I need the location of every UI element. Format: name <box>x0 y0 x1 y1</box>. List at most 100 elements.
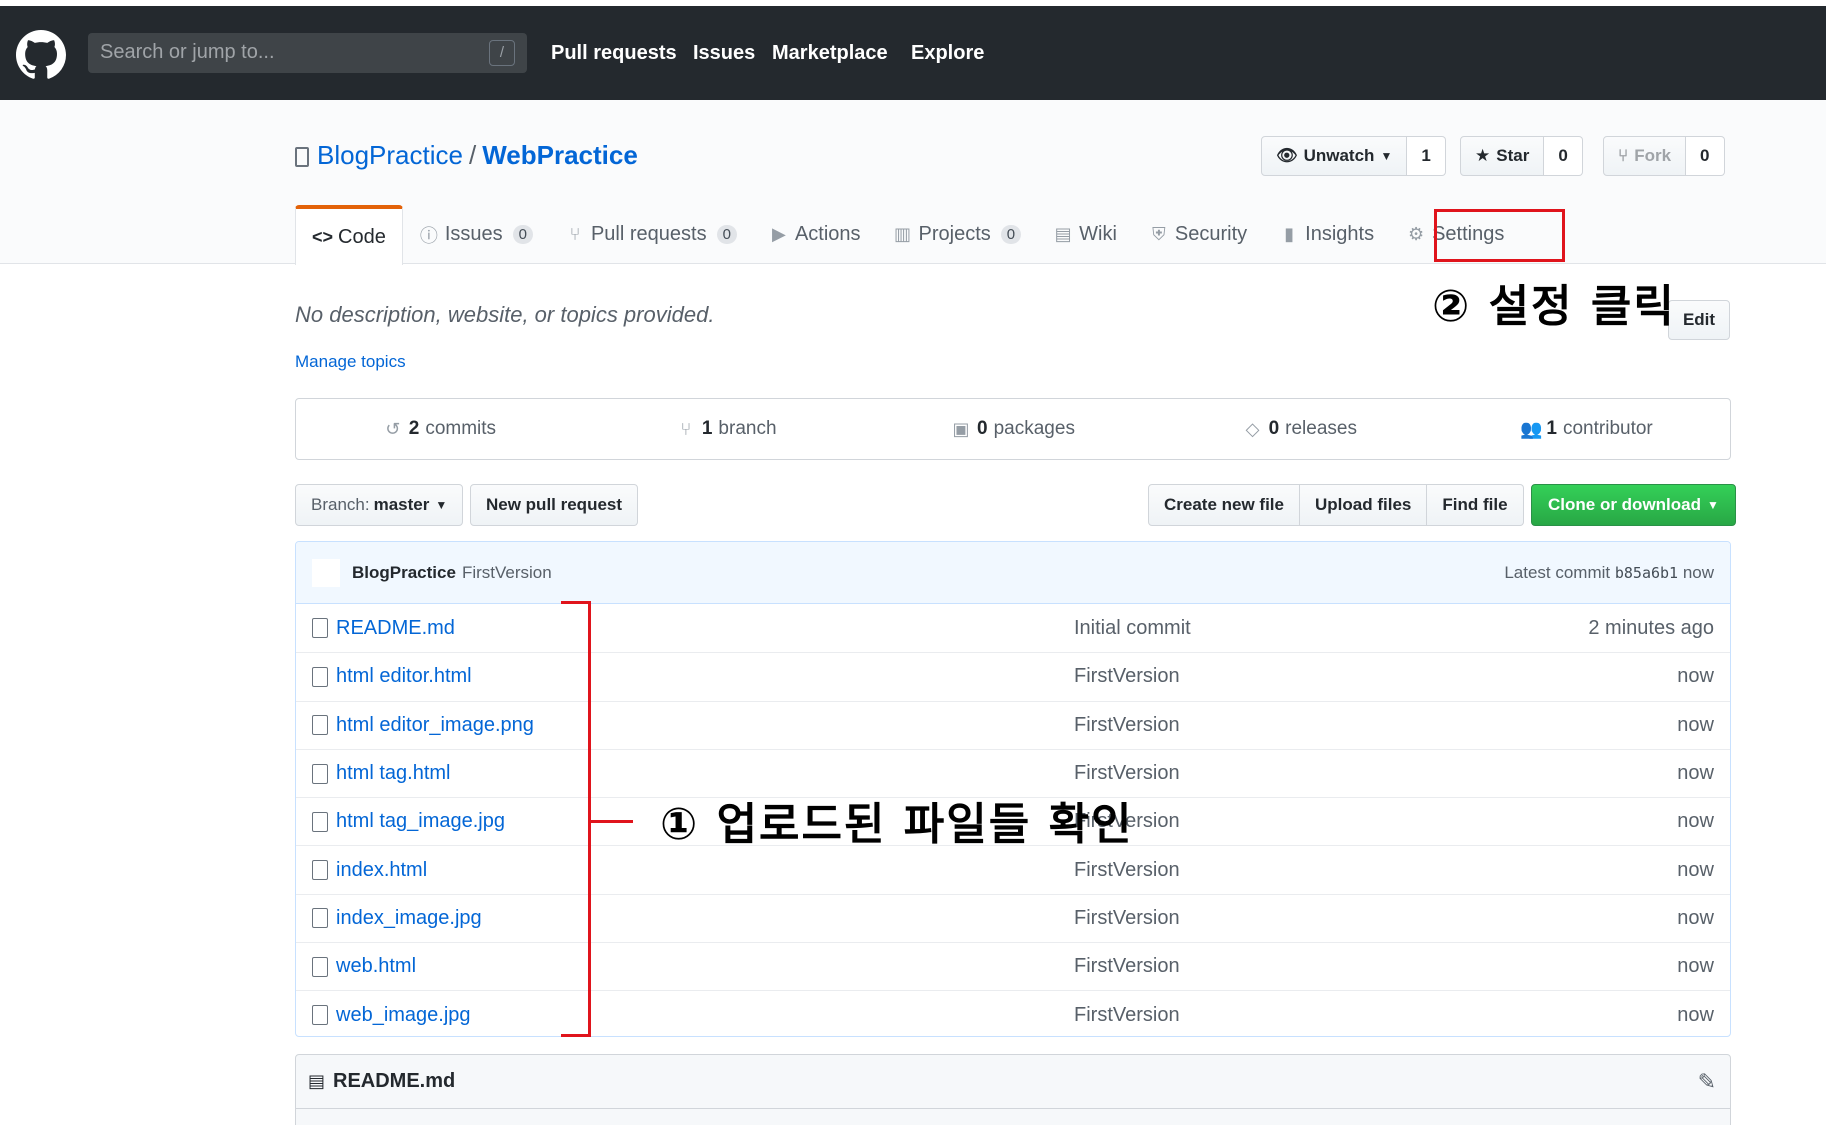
contributor-count: 1 <box>1546 418 1557 439</box>
file-icon <box>312 715 328 736</box>
pull-request-icon: ⑂ <box>569 224 581 244</box>
tab-pull-requests-label: Pull requests <box>590 223 707 245</box>
fork-group: ⑂ Fork 0 <box>1603 136 1725 176</box>
file-icon <box>312 956 328 977</box>
branch-controls: Branch: master ▼ <box>295 484 464 526</box>
file-age: 2 minutes ago <box>1588 616 1714 639</box>
repo-name-link[interactable]: WebPractice <box>482 140 638 170</box>
file-commit-message[interactable]: FirstVersion <box>1074 714 1180 737</box>
file-commit-message[interactable]: FirstVersion <box>1074 859 1180 882</box>
file-row: README.md Initial commit 2 minutes ago <box>296 604 1730 652</box>
summary-contributors[interactable]: 👥 1 contributor <box>1443 399 1730 459</box>
clone-wrapper: Clone or download ▼ <box>1531 484 1736 526</box>
star-group: ★ Star 0 <box>1460 136 1583 176</box>
file-commit-message[interactable]: FirstVersion <box>1074 1004 1180 1027</box>
tab-wiki[interactable]: ▤ Wiki <box>1037 205 1133 264</box>
tab-issues[interactable]: ⓘ Issues 0 <box>403 205 549 264</box>
top-navbar: Search or jump to... / Pull requests Iss… <box>0 0 1826 100</box>
manage-topics-link[interactable]: Manage topics <box>295 352 406 372</box>
summary-packages[interactable]: ▣ 0 packages <box>870 399 1157 459</box>
upload-files-button[interactable]: Upload files <box>1300 484 1428 526</box>
book-icon: ▤ <box>308 1071 326 1091</box>
graph-icon: ▮ <box>1284 224 1295 244</box>
nav-pull-requests[interactable]: Pull requests <box>551 42 677 65</box>
commit-hash[interactable]: b85a6b1 <box>1615 564 1678 582</box>
nav-explore[interactable]: Explore <box>911 42 984 65</box>
nav-issues[interactable]: Issues <box>693 42 755 65</box>
repo-icon <box>295 147 309 168</box>
search-input[interactable]: Search or jump to... / <box>88 33 527 73</box>
tab-code[interactable]: <> Code <box>295 205 403 265</box>
file-age: now <box>1677 810 1714 833</box>
summary-branch[interactable]: ⑂ 1 branch <box>583 399 870 459</box>
file-buttons-group: Create new file Upload files Find file <box>1148 484 1524 526</box>
clone-label: Clone or download <box>1548 495 1701 514</box>
file-age: now <box>1677 665 1714 688</box>
summary-commits[interactable]: ↺ 2 commits <box>296 399 583 459</box>
file-name-link[interactable]: html editor_image.png <box>336 714 534 737</box>
tab-pull-requests[interactable]: ⑂ Pull requests 0 <box>549 205 753 264</box>
annotation-files-note: ① 업로드된 파일들 확인 <box>660 799 1134 850</box>
fork-button[interactable]: ⑂ Fork <box>1603 136 1687 176</box>
star-count[interactable]: 0 <box>1544 136 1583 176</box>
caret-down-icon: ▼ <box>435 498 448 512</box>
file-commit-message[interactable]: Initial commit <box>1074 617 1191 640</box>
nav-marketplace[interactable]: Marketplace <box>772 42 888 65</box>
tab-insights[interactable]: ▮ Insights <box>1263 205 1390 264</box>
branch-select-button[interactable]: Branch: master ▼ <box>295 484 464 526</box>
tab-actions-label: Actions <box>794 223 861 245</box>
repo-owner-link[interactable]: BlogPractice <box>317 140 463 170</box>
file-icon <box>312 908 328 929</box>
file-name-link[interactable]: html tag_image.jpg <box>336 810 505 833</box>
commit-message[interactable]: FirstVersion <box>462 563 552 583</box>
file-commit-message[interactable]: FirstVersion <box>1074 665 1180 688</box>
book-icon: ▤ <box>1054 224 1072 244</box>
file-name-link[interactable]: html tag.html <box>336 762 450 785</box>
summary-releases[interactable]: ◇ 0 releases <box>1156 399 1443 459</box>
file-commit-message[interactable]: FirstVersion <box>1074 955 1180 978</box>
tab-projects[interactable]: ▥ Projects 0 <box>877 205 1038 264</box>
clone-or-download-button[interactable]: Clone or download ▼ <box>1531 484 1736 526</box>
issue-icon: ⓘ <box>419 225 438 246</box>
file-name-link[interactable]: README.md <box>336 617 455 640</box>
commits-count: 2 <box>408 418 420 439</box>
file-age: now <box>1677 1003 1714 1026</box>
file-icon <box>312 811 328 832</box>
branch-icon: ⑂ <box>680 418 692 439</box>
repo-summary-bar: ↺ 2 commits ⑂ 1 branch ▣ 0 packages ◇ 0 releases… <box>295 398 1731 460</box>
eye-icon: 👁 <box>1276 146 1298 165</box>
file-commit-message[interactable]: FirstVersion <box>1074 762 1180 785</box>
packages-count: 0 <box>977 418 988 439</box>
tab-insights-label: Insights <box>1305 223 1375 245</box>
commit-author[interactable]: BlogPractice <box>352 563 456 583</box>
tab-code-label: Code <box>338 225 386 248</box>
github-logo-icon[interactable] <box>16 30 66 80</box>
file-name-link[interactable]: index.html <box>336 859 427 882</box>
unwatch-button[interactable]: 👁 Unwatch ▼ <box>1261 136 1408 176</box>
star-icon: ★ <box>1475 146 1491 165</box>
releases-count: 0 <box>1268 418 1280 439</box>
create-new-file-button[interactable]: Create new file <box>1148 484 1300 526</box>
file-name-link[interactable]: html editor.html <box>336 665 472 688</box>
find-file-button[interactable]: Find file <box>1427 484 1524 526</box>
branch-count: 1 <box>701 418 713 439</box>
new-pull-request-button[interactable]: New pull request <box>470 484 639 526</box>
file-row: html editor.html FirstVersion now <box>296 652 1730 700</box>
file-name-link[interactable]: web.html <box>336 955 416 978</box>
gear-icon: ⚙ <box>1408 224 1425 244</box>
file-commit-message[interactable]: FirstVersion <box>1074 907 1180 930</box>
file-name-link[interactable]: index_image.jpg <box>336 907 482 930</box>
star-button[interactable]: ★ Star <box>1460 136 1545 176</box>
fork-icon: ⑂ <box>1618 146 1629 165</box>
tab-security[interactable]: ⛨ Security <box>1133 205 1263 264</box>
file-name-link[interactable]: web_image.jpg <box>336 1004 471 1027</box>
package-icon: ▣ <box>952 418 970 439</box>
watch-count[interactable]: 1 <box>1407 136 1446 176</box>
latest-commit-label: Latest commit <box>1504 562 1611 582</box>
branch-select-value: master <box>373 495 430 514</box>
edit-description-button[interactable]: Edit <box>1668 300 1730 340</box>
pencil-icon[interactable]: ✎ <box>1698 1069 1716 1095</box>
tab-actions[interactable]: ▶ Actions <box>753 205 877 264</box>
fork-count[interactable]: 0 <box>1686 136 1725 176</box>
code-icon: <> <box>312 226 334 247</box>
